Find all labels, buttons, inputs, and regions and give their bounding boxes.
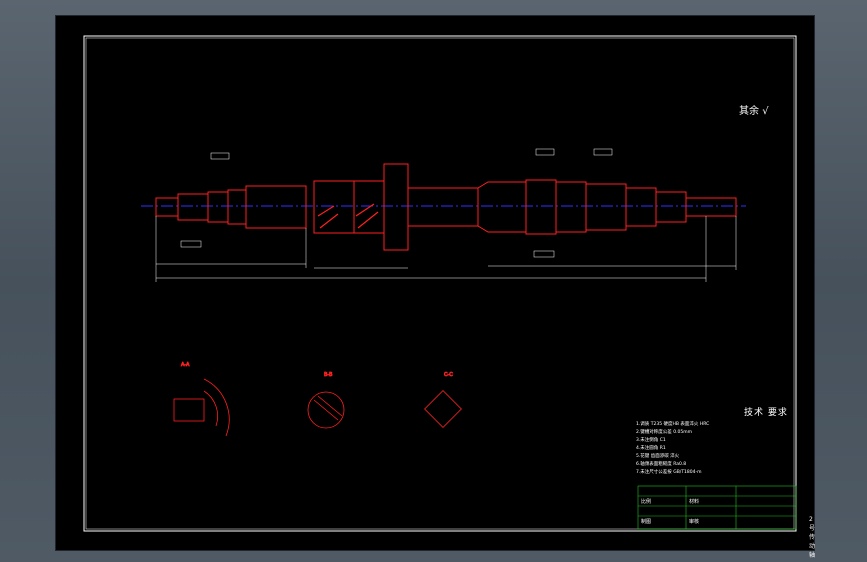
- part-name: 2号传动轴: [809, 516, 816, 559]
- cad-viewport[interactable]: A-A B-B C-C 其余 √ 技术 要求 1.调质 T235 硬度HB 表面…: [55, 15, 815, 559]
- drawn-label: 制图: [641, 519, 652, 525]
- outer-frame: [83, 35, 797, 532]
- roughness-note: 其余 √: [739, 106, 769, 117]
- tech-req-line: 4.未注圆角 R1: [636, 446, 666, 451]
- tech-req-line: 5.花键 齿面渗碳 淬火: [636, 454, 680, 459]
- tech-req-line: 7.未注尺寸公差按 GB/T1804-m: [636, 470, 702, 475]
- shaft-outline: [155, 163, 737, 251]
- section-c: C-C: [424, 372, 462, 428]
- inner-frame: [85, 37, 795, 530]
- section-b: B-B: [307, 372, 345, 429]
- tech-req-line: 1.调质 T235 硬度HB 表面淬火 HRC: [636, 422, 710, 427]
- tech-req-line: 2.键槽对称度公差 0.05mm: [636, 430, 693, 435]
- check-label: 审核: [689, 519, 700, 525]
- spline-hatch: [317, 203, 379, 229]
- svg-text:C-C: C-C: [444, 372, 453, 378]
- title-block: [637, 485, 797, 530]
- svg-text:B-B: B-B: [324, 372, 333, 378]
- section-a: A-A: [173, 362, 230, 437]
- tech-req-line: 6.轴颈表面粗糙度 Ra0.8: [636, 462, 687, 467]
- tech-req-line: 3.未注倒角 C1: [636, 438, 666, 443]
- tech-req-title: 技术 要求: [744, 408, 788, 418]
- material-label: 材料: [689, 499, 700, 505]
- scale-label: 比例: [641, 499, 652, 505]
- svg-text:A-A: A-A: [181, 362, 190, 368]
